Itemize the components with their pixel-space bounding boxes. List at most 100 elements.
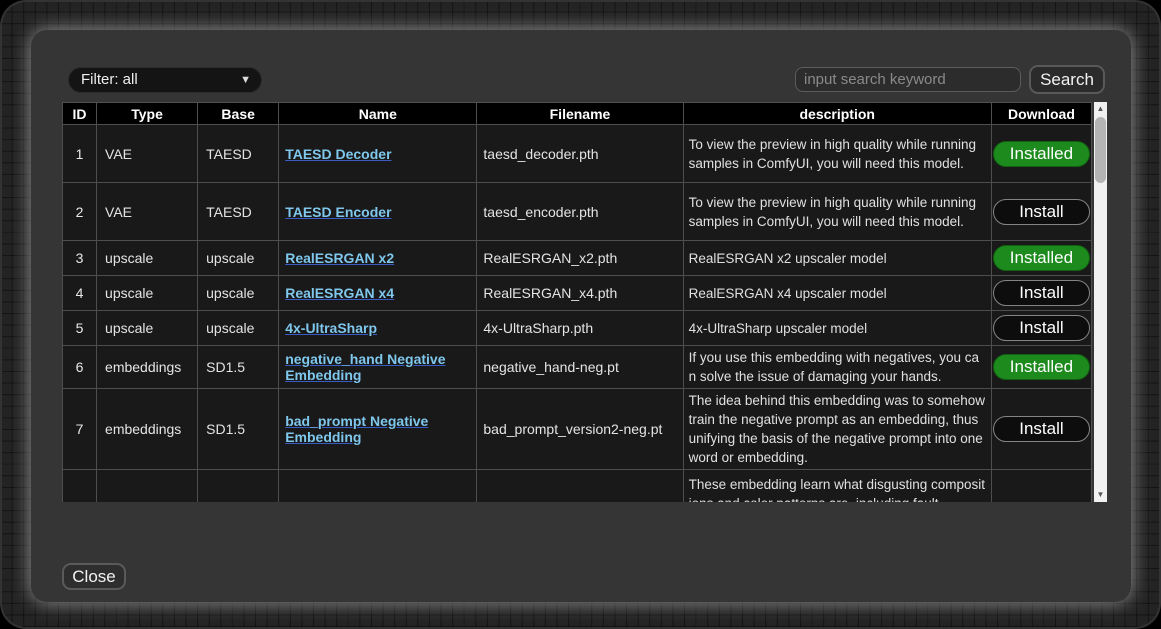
cell-type: embeddings [97,389,198,470]
cell-id: 4 [63,276,97,311]
cell-base: upscale [198,241,279,276]
search-input[interactable] [795,67,1021,92]
model-name-link[interactable]: RealESRGAN x4 [285,285,394,301]
install-button[interactable]: Install [993,416,1090,442]
cell-type [97,470,198,503]
cell-description: To view the preview in high quality whil… [683,125,991,183]
cell-name [279,470,477,503]
cell-download: Install [991,311,1091,346]
cell-base: TAESD [198,125,279,183]
column-header-filename: Filename [477,103,683,125]
cell-type: upscale [97,241,198,276]
install-button[interactable]: Install [993,199,1090,225]
search-button[interactable]: Search [1029,65,1105,94]
cell-id: 5 [63,311,97,346]
cell-name: RealESRGAN x2 [279,241,477,276]
table-row: 7embeddingsSD1.5bad_prompt Negative Embe… [63,389,1092,470]
model-table: IDTypeBaseNameFilenamedescriptionDownloa… [62,102,1092,502]
installed-button[interactable]: Installed [993,245,1090,271]
cell-base: SD1.5 [198,346,279,389]
model-name-link[interactable]: TAESD Decoder [285,146,391,162]
cell-description: To view the preview in high quality whil… [683,183,991,241]
installed-button[interactable]: Installed [993,141,1090,167]
cell-filename: bad_prompt_version2-neg.pt [477,389,683,470]
cell-id: 1 [63,125,97,183]
cell-id [63,470,97,503]
cell-base: TAESD [198,183,279,241]
cell-type: embeddings [97,346,198,389]
cell-base: upscale [198,276,279,311]
model-name-link[interactable]: bad_prompt Negative Embedding [285,413,428,445]
table-row: 4upscaleupscaleRealESRGAN x4RealESRGAN_x… [63,276,1092,311]
column-header-base: Base [198,103,279,125]
cell-download: Installed [991,125,1091,183]
close-button[interactable]: Close [62,563,126,590]
cell-filename: RealESRGAN_x2.pth [477,241,683,276]
cell-id: 6 [63,346,97,389]
column-header-type: Type [97,103,198,125]
cell-download [991,470,1091,503]
filter-select[interactable]: Filter: all ▼ [68,67,262,93]
cell-type: VAE [97,125,198,183]
cell-description: These embedding learn what disgusting co… [683,470,991,503]
cell-base [198,470,279,503]
cell-filename: negative_hand-neg.pt [477,346,683,389]
cell-type: VAE [97,183,198,241]
cell-description: RealESRGAN x4 upscaler model [683,276,991,311]
install-button[interactable]: Install [993,280,1090,306]
cell-type: upscale [97,311,198,346]
cell-filename: 4x-UltraSharp.pth [477,311,683,346]
column-header-id: ID [63,103,97,125]
cell-name: RealESRGAN x4 [279,276,477,311]
table-row: 3upscaleupscaleRealESRGAN x2RealESRGAN_x… [63,241,1092,276]
cell-name: 4x-UltraSharp [279,311,477,346]
column-header-description: description [683,103,991,125]
cell-filename: taesd_encoder.pth [477,183,683,241]
cell-description: If you use this embedding with negatives… [683,346,991,389]
filter-select-value: Filter: all [81,68,138,92]
scrollbar-thumb[interactable] [1095,117,1106,183]
table-row: These embedding learn what disgusting co… [63,470,1092,503]
model-name-link[interactable]: TAESD Encoder [285,204,391,220]
cell-id: 7 [63,389,97,470]
cell-filename: taesd_decoder.pth [477,125,683,183]
cell-download: Install [991,276,1091,311]
cell-download: Installed [991,346,1091,389]
table-row: 5upscaleupscale4x-UltraSharp4x-UltraShar… [63,311,1092,346]
install-button[interactable]: Install [993,315,1090,341]
model-table-scroll-area: IDTypeBaseNameFilenamedescriptionDownloa… [62,102,1107,502]
model-table-clip: IDTypeBaseNameFilenamedescriptionDownloa… [62,102,1094,502]
cell-filename: RealESRGAN_x4.pth [477,276,683,311]
scroll-up-arrow-icon[interactable]: ▲ [1094,102,1107,116]
cell-base: upscale [198,311,279,346]
table-row: 2VAETAESD TAESD Encoder taesd_encoder.pthT… [63,183,1092,241]
table-header-row: IDTypeBaseNameFilenamedescriptionDownloa… [63,103,1092,125]
cell-name: negative_hand Negative Embedding [279,346,477,389]
cell-name: TAESD Decoder [279,125,477,183]
model-name-link[interactable]: RealESRGAN x2 [285,250,394,266]
scroll-down-arrow-icon[interactable]: ▼ [1094,488,1107,502]
cell-id: 2 [63,183,97,241]
cell-filename [477,470,683,503]
model-name-link[interactable]: negative_hand Negative Embedding [285,351,445,383]
column-header-name: Name [279,103,477,125]
cell-name: TAESD Encoder [279,183,477,241]
table-row: 6embeddingsSD1.5negative_hand Negative E… [63,346,1092,389]
cell-download: Install [991,183,1091,241]
cell-download: Installed [991,241,1091,276]
model-manager-dialog: Filter: all ▼ Search IDTypeBaseNameFilen… [31,30,1131,602]
column-header-download: Download [991,103,1091,125]
cell-base: SD1.5 [198,389,279,470]
cell-download: Install [991,389,1091,470]
chevron-down-icon: ▼ [240,68,251,92]
vertical-scrollbar[interactable]: ▲ ▼ [1094,102,1107,502]
cell-type: upscale [97,276,198,311]
model-name-link[interactable]: 4x-UltraSharp [285,320,377,336]
table-row: 1VAETAESD TAESD Decoder taesd_decoder.pthT… [63,125,1092,183]
cell-name: bad_prompt Negative Embedding [279,389,477,470]
cell-description: RealESRGAN x2 upscaler model [683,241,991,276]
cell-description: 4x-UltraSharp upscaler model [683,311,991,346]
cell-description: The idea behind this embedding was to so… [683,389,991,470]
installed-button[interactable]: Installed [993,354,1090,380]
cell-id: 3 [63,241,97,276]
